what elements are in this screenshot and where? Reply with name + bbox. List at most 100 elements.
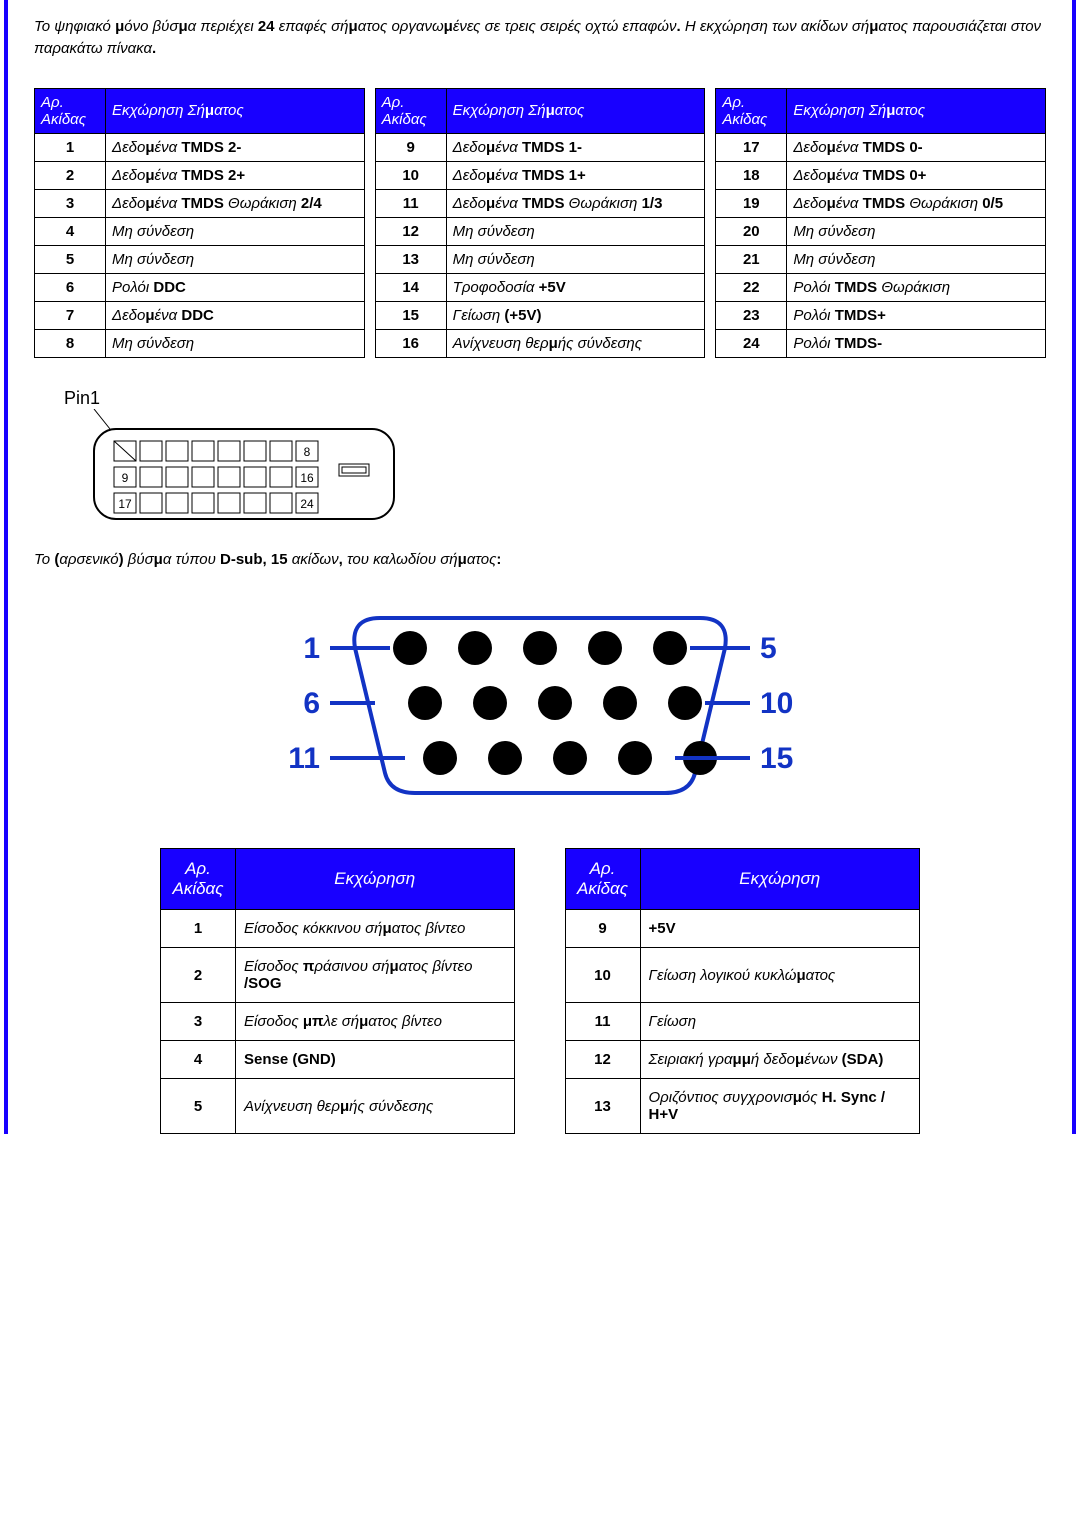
pin-assignment: Δεδομένα TMDS 0- [787, 133, 1046, 161]
pin-assignment: Μη σύνδεση [446, 217, 705, 245]
pin-assignment: Είσοδος κόκκινου σήματος βίντεο [236, 910, 515, 948]
hdr-asgn: Εκχώρηση [236, 849, 515, 910]
t: όνο βύσ [124, 18, 178, 35]
pin-assignment: Γείωση (+5V) [446, 301, 705, 329]
pin-num: 2 [35, 161, 106, 189]
pin-num: 21 [716, 245, 787, 273]
t: π [912, 18, 922, 35]
pin-assignment: Δεδομένα TMDS 2+ [106, 161, 365, 189]
svg-text:17: 17 [118, 497, 132, 511]
pin-assignment: Μη σύνδεση [106, 245, 365, 273]
pin-num: 7 [35, 301, 106, 329]
pin-num: 10 [375, 161, 446, 189]
pin-assignment: Μη σύνδεση [446, 245, 705, 273]
dsub-connector-icon: 1 5 6 10 11 15 [260, 598, 820, 808]
vga-pin-table: Αρ. Ακίδας Εκχώρηση Αρ. Ακίδας Εκχώρηση … [160, 848, 920, 1134]
svg-text:24: 24 [300, 497, 314, 511]
hdr-asgn: Εκχώρηση Σήματος [446, 88, 705, 133]
pin-num: 18 [716, 161, 787, 189]
t: μ [178, 18, 187, 35]
hdr-pin: Αρ. Ακίδας [35, 88, 106, 133]
dsub-connector-diagram: 1 5 6 10 11 15 [260, 598, 820, 808]
pin-num: 9 [375, 133, 446, 161]
dsub-intro: Το (αρσενικό) βύσμα τύπου D-sub, 15 ακίδ… [34, 549, 1046, 571]
t: 24 [258, 18, 275, 35]
pin-num: 5 [35, 245, 106, 273]
t: Η εκχώρηση των ακίδων σή [681, 18, 870, 35]
pin-num: 3 [35, 189, 106, 217]
pin-num: 12 [375, 217, 446, 245]
t: π [200, 18, 210, 35]
svg-text:10: 10 [760, 687, 793, 720]
pin-assignment: Δεδομένα TMDS Θωράκιση 1/3 [446, 189, 705, 217]
pin-assignment: Μη σύνδεση [787, 245, 1046, 273]
hdr-pin: Αρ. Ακίδας [161, 849, 236, 910]
t: α [188, 18, 201, 35]
pin-num: 12 [565, 1041, 640, 1079]
pin-assignment: Ανίχνευση θερμής σύνδεσης [446, 329, 705, 357]
t: Το ψηφιακό [34, 18, 115, 35]
pin-assignment: Δεδομένα TMDS 1- [446, 133, 705, 161]
t: αφές σή [295, 18, 348, 35]
svg-text:15: 15 [760, 742, 793, 775]
pin-assignment: Μη σύνδεση [106, 329, 365, 357]
pin-assignment: Είσοδος πράσινου σήματος βίντεο /SOG [236, 948, 515, 1003]
pin-num: 16 [375, 329, 446, 357]
t: μ [444, 18, 453, 35]
pin-assignment: Γείωση [640, 1003, 920, 1041]
t: ίνακα [117, 40, 152, 57]
pin-num: 1 [35, 133, 106, 161]
pin-assignment: Μη σύνδεση [106, 217, 365, 245]
pin-assignment: Ρολόι TMDS- [787, 329, 1046, 357]
hdr-asgn: Εκχώρηση Σήματος [106, 88, 365, 133]
pin-num: 13 [565, 1079, 640, 1134]
svg-text:9: 9 [122, 471, 129, 485]
pin-assignment: Δεδομένα TMDS 2- [106, 133, 365, 161]
dvi-connector-icon: 89161724 [64, 409, 404, 529]
t: ατος οργανω [358, 18, 444, 35]
t: π [34, 40, 44, 57]
t: π [285, 18, 295, 35]
pin-assignment: Τροφοδοσία +5V [446, 273, 705, 301]
pin-num: 5 [161, 1079, 236, 1134]
hdr-pin: Αρ. Ακίδας [565, 849, 640, 910]
pin-assignment: Δεδομένα TMDS 0+ [787, 161, 1046, 189]
pin-assignment: Ρολόι TMDS+ [787, 301, 1046, 329]
pin-num: 22 [716, 273, 787, 301]
t: μ [115, 18, 124, 35]
pin-num: 13 [375, 245, 446, 273]
hdr-pin: Αρ. Ακίδας [375, 88, 446, 133]
t: αφών [639, 18, 677, 35]
pin-num: 23 [716, 301, 787, 329]
pin-num: 15 [375, 301, 446, 329]
svg-text:5: 5 [760, 632, 777, 665]
svg-text:16: 16 [300, 471, 314, 485]
pin-num: 10 [565, 948, 640, 1003]
t: εριέχει [210, 18, 257, 35]
pin-num: 2 [161, 948, 236, 1003]
t: ατος [878, 18, 912, 35]
pin-num: 4 [161, 1041, 236, 1079]
t: αρουσιάζεται στον [922, 18, 1041, 35]
t: μ [869, 18, 878, 35]
pin-num: 14 [375, 273, 446, 301]
t: αρακάτω [44, 40, 107, 57]
svg-text:1: 1 [303, 632, 320, 665]
intro-paragraph: Το ψηφιακό μόνο βύσμα περιέχει 24 επαφές… [34, 16, 1046, 60]
pin-num: 1 [161, 910, 236, 948]
pin-assignment: Ρολόι DDC [106, 273, 365, 301]
t: π [629, 18, 639, 35]
pin-num: 20 [716, 217, 787, 245]
t: μ [349, 18, 358, 35]
pin-assignment: Sense (GND) [236, 1041, 515, 1079]
t: ένες σε τρεις σειρές οχτώ ε [453, 18, 629, 35]
hdr-asgn: Εκχώρηση [640, 849, 920, 910]
pin-assignment: Σειριακή γραμμή δεδομένων (SDA) [640, 1041, 920, 1079]
pin-num: 9 [565, 910, 640, 948]
pin-assignment: Είσοδος μπλε σήματος βίντεο [236, 1003, 515, 1041]
pin-num: 6 [35, 273, 106, 301]
pin-num: 11 [565, 1003, 640, 1041]
pin-assignment: Δεδομένα TMDS Θωράκιση 2/4 [106, 189, 365, 217]
svg-text:6: 6 [303, 687, 320, 720]
pin-num: 11 [375, 189, 446, 217]
